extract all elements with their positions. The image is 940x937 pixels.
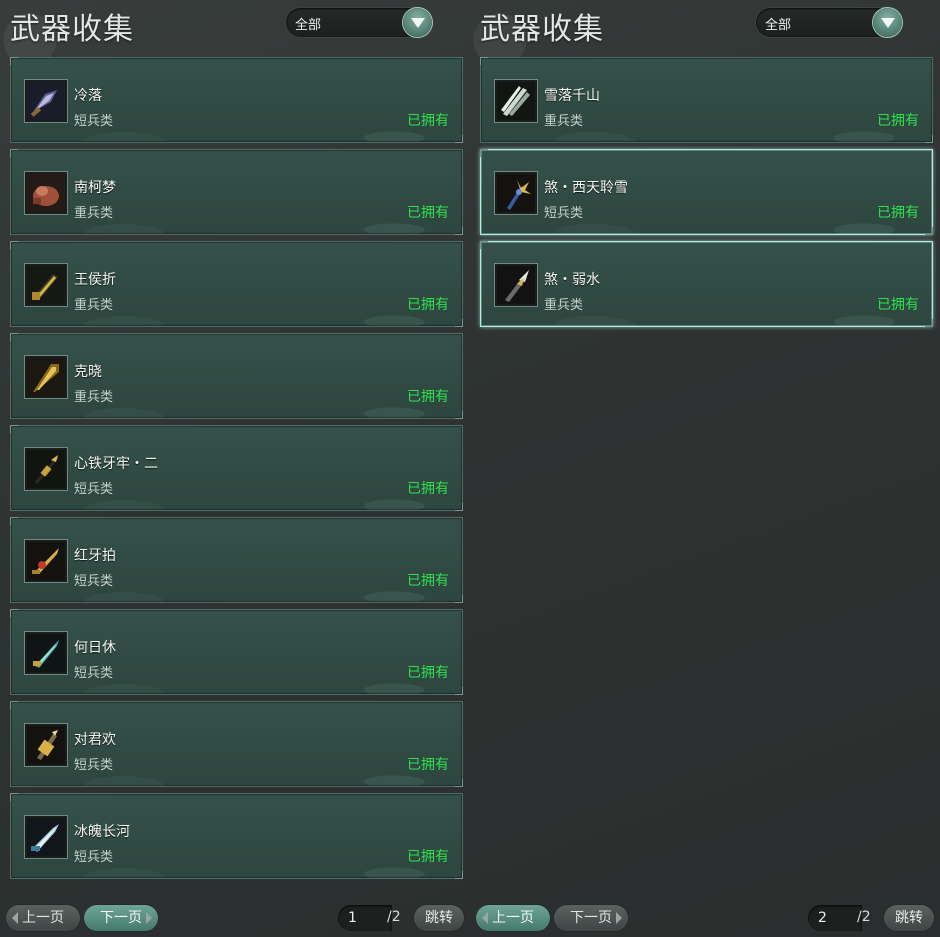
page-number-box bbox=[338, 905, 392, 931]
prev-page-button[interactable]: 上一页 bbox=[476, 905, 550, 931]
jump-button[interactable]: 跳转 bbox=[414, 905, 464, 931]
gourd-icon bbox=[25, 172, 67, 214]
filter-selected-value: 全部 bbox=[295, 18, 322, 33]
weapon-type: 短兵类 bbox=[74, 114, 114, 129]
jade-dagger-icon bbox=[25, 632, 67, 674]
weapon-name: 心铁牙牢・二 bbox=[74, 456, 158, 472]
next-page-label: 下一页 bbox=[100, 910, 142, 926]
chevron-down-icon[interactable] bbox=[873, 8, 902, 37]
next-page-button[interactable]: 下一页 bbox=[84, 905, 158, 931]
ornate-dagger-icon bbox=[25, 540, 67, 582]
category-filter-dropdown[interactable]: 全部 bbox=[756, 8, 902, 37]
owned-status: 已拥有 bbox=[407, 389, 449, 405]
pagination: 上一页 下一页 /2 跳转 bbox=[0, 905, 470, 931]
prev-page-label: 上一页 bbox=[22, 910, 64, 926]
weapon-type: 重兵类 bbox=[74, 390, 114, 405]
weapon-card[interactable]: 克晓 重兵类 已拥有 bbox=[10, 333, 463, 419]
weapon-name: 煞・西天聆雪 bbox=[544, 180, 628, 196]
collection-panel-right: 武器收集 全部 雪落千山 重兵类 已拥有 煞・西天聆雪 短兵类 已拥有 煞・弱水… bbox=[470, 0, 940, 937]
page-number-input[interactable] bbox=[346, 909, 384, 927]
weapon-name: 王侯折 bbox=[74, 272, 116, 288]
weapon-type: 短兵类 bbox=[544, 206, 584, 221]
page-number-box bbox=[808, 905, 862, 931]
broad-sword-icon bbox=[25, 356, 67, 398]
weapon-card[interactable]: 王侯折 重兵类 已拥有 bbox=[10, 241, 463, 327]
panel-title: 武器收集 bbox=[480, 12, 604, 47]
weapon-type: 短兵类 bbox=[74, 666, 114, 681]
ice-blade-icon bbox=[25, 816, 67, 858]
weapon-type: 短兵类 bbox=[74, 482, 114, 497]
collection-panel-left: 武器收集 全部 冷落 短兵类 已拥有 南柯梦 重兵类 已拥有 王侯折 重兵类 已… bbox=[0, 0, 470, 937]
owned-status: 已拥有 bbox=[407, 573, 449, 589]
weapon-collection-screen: 武器收集 全部 冷落 短兵类 已拥有 南柯梦 重兵类 已拥有 王侯折 重兵类 已… bbox=[0, 0, 940, 937]
pagination: 上一页 下一页 /2 跳转 bbox=[470, 905, 940, 931]
filter-selected-value: 全部 bbox=[765, 18, 792, 33]
owned-status: 已拥有 bbox=[877, 205, 919, 221]
spear-icon bbox=[495, 264, 537, 306]
weapon-card-selected[interactable]: 煞・弱水 重兵类 已拥有 bbox=[480, 241, 933, 327]
weapon-type: 短兵类 bbox=[74, 850, 114, 865]
prev-page-label: 上一页 bbox=[492, 910, 534, 926]
weapon-type: 短兵类 bbox=[74, 758, 114, 773]
weapon-card[interactable]: 冰魄长河 短兵类 已拥有 bbox=[10, 793, 463, 879]
weapon-card[interactable]: 何日休 短兵类 已拥有 bbox=[10, 609, 463, 695]
weapon-card[interactable]: 雪落千山 重兵类 已拥有 bbox=[480, 57, 933, 143]
page-total: /2 bbox=[857, 909, 871, 925]
next-page-label: 下一页 bbox=[570, 910, 612, 926]
chevron-right-icon bbox=[616, 912, 622, 924]
chevron-right-icon bbox=[146, 912, 152, 924]
golden-hilt-icon bbox=[25, 724, 67, 766]
weapon-type: 短兵类 bbox=[74, 574, 114, 589]
weapon-list: 冷落 短兵类 已拥有 南柯梦 重兵类 已拥有 王侯折 重兵类 已拥有 克晓 重兵… bbox=[10, 57, 463, 885]
weapon-name: 红牙拍 bbox=[74, 548, 116, 564]
owned-status: 已拥有 bbox=[407, 665, 449, 681]
weapon-name: 冰魄长河 bbox=[74, 824, 130, 840]
weapon-type: 重兵类 bbox=[74, 206, 114, 221]
dagger-icon bbox=[25, 448, 67, 490]
weapon-name: 雪落千山 bbox=[544, 88, 600, 104]
weapon-card[interactable]: 对君欢 短兵类 已拥有 bbox=[10, 701, 463, 787]
page-total: /2 bbox=[387, 909, 401, 925]
chevron-down-icon[interactable] bbox=[403, 8, 432, 37]
weapon-name: 南柯梦 bbox=[74, 180, 116, 196]
weapon-card[interactable]: 红牙拍 短兵类 已拥有 bbox=[10, 517, 463, 603]
weapon-type: 重兵类 bbox=[74, 298, 114, 313]
weapon-type: 重兵类 bbox=[544, 114, 584, 129]
weapon-type: 重兵类 bbox=[544, 298, 584, 313]
chevron-left-icon bbox=[12, 912, 18, 924]
weapon-list: 雪落千山 重兵类 已拥有 煞・西天聆雪 短兵类 已拥有 煞・弱水 重兵类 已拥有 bbox=[480, 57, 933, 333]
chevron-left-icon bbox=[482, 912, 488, 924]
weapon-card-selected[interactable]: 煞・西天聆雪 短兵类 已拥有 bbox=[480, 149, 933, 235]
weapon-name: 对君欢 bbox=[74, 732, 116, 748]
owned-status: 已拥有 bbox=[877, 113, 919, 129]
owned-status: 已拥有 bbox=[407, 297, 449, 313]
owned-status: 已拥有 bbox=[407, 849, 449, 865]
category-filter-dropdown[interactable]: 全部 bbox=[286, 8, 432, 37]
cleaver-icon bbox=[25, 80, 67, 122]
owned-status: 已拥有 bbox=[407, 757, 449, 773]
next-page-button[interactable]: 下一页 bbox=[554, 905, 628, 931]
weapon-name: 煞・弱水 bbox=[544, 272, 600, 288]
owned-status: 已拥有 bbox=[407, 113, 449, 129]
prev-page-button[interactable]: 上一页 bbox=[6, 905, 80, 931]
owned-status: 已拥有 bbox=[877, 297, 919, 313]
claw-blade-icon bbox=[495, 80, 537, 122]
golden-blade-icon bbox=[25, 264, 67, 306]
weapon-name: 冷落 bbox=[74, 88, 102, 104]
weapon-card[interactable]: 冷落 短兵类 已拥有 bbox=[10, 57, 463, 143]
page-number-input[interactable] bbox=[816, 909, 854, 927]
weapon-card[interactable]: 南柯梦 重兵类 已拥有 bbox=[10, 149, 463, 235]
weapon-name: 克晓 bbox=[74, 364, 102, 380]
weapon-name: 何日休 bbox=[74, 640, 116, 656]
jump-button[interactable]: 跳转 bbox=[884, 905, 934, 931]
owned-status: 已拥有 bbox=[407, 481, 449, 497]
weapon-card[interactable]: 心铁牙牢・二 短兵类 已拥有 bbox=[10, 425, 463, 511]
trident-icon bbox=[495, 172, 537, 214]
panel-title: 武器收集 bbox=[10, 12, 134, 47]
owned-status: 已拥有 bbox=[407, 205, 449, 221]
